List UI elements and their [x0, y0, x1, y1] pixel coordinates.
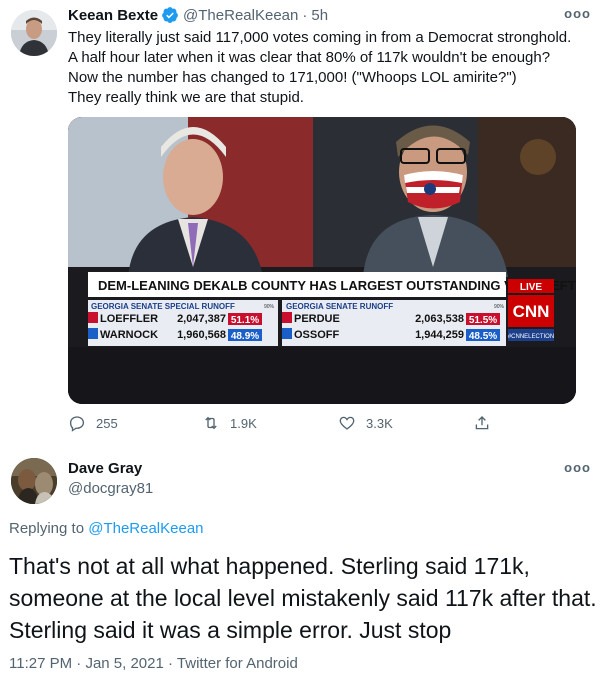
separator-dot: ·: [302, 6, 308, 24]
reply-author-name[interactable]: Dave Gray: [68, 460, 142, 477]
network-logo: CNN: [513, 302, 550, 321]
reply-count: 255: [96, 415, 118, 431]
heart-icon: [339, 416, 355, 430]
tweet-text: They literally just said 117,000 votes c…: [68, 28, 588, 108]
left-race-votes: 1,960,568: [177, 329, 226, 341]
verified-badge-icon: [162, 7, 178, 23]
replying-to-link[interactable]: @TheRealKeean: [88, 520, 203, 537]
left-race-votes: 2,047,387: [177, 313, 226, 325]
replying-to-label: Replying to: [9, 520, 89, 537]
timestamp-date[interactable]: Jan 5, 2021: [85, 655, 163, 672]
reply-text: That's not at all what happened. Sterlin…: [9, 553, 597, 643]
replying-to: Replying to @TheRealKeean: [9, 520, 204, 537]
tweet-actions: 255 1.9K 3.3K: [68, 414, 508, 434]
more-options-icon[interactable]: ooo: [564, 460, 591, 475]
reply-author-handle[interactable]: @docgray81: [68, 480, 153, 497]
tweet-text-line: They literally just said 117,000 votes c…: [68, 29, 572, 46]
share-icon: [475, 416, 489, 430]
reply-author-avatar[interactable]: [11, 458, 57, 504]
right-race-in-label: 90%: [494, 304, 505, 310]
timestamp-time[interactable]: 11:27 PM: [9, 655, 72, 672]
right-race-candidate: OSSOFF: [294, 329, 340, 341]
left-race-in-label: 90%: [264, 304, 275, 310]
reply-button[interactable]: 255: [68, 414, 118, 432]
share-button[interactable]: [473, 414, 501, 432]
right-race-pct: 48.5%: [469, 331, 497, 342]
left-race-pct: 51.1%: [231, 315, 259, 326]
more-options-icon[interactable]: ooo: [564, 6, 591, 21]
right-race-votes: 1,944,259: [415, 329, 464, 341]
tv-screenshot: DEM-LEANING DEKALB COUNTY HAS LARGEST OU…: [68, 117, 576, 404]
timestamp-separator: ·: [72, 655, 86, 672]
tweet-header: Keean Bexte @TheRealKeean · 5h: [68, 6, 328, 24]
tweet-text-line: They really think we are that stupid.: [68, 89, 304, 106]
right-race-votes: 2,063,538: [415, 313, 464, 325]
retweet-count: 1.9K: [230, 415, 257, 431]
reply-icon: [69, 416, 85, 432]
tweet-media-image[interactable]: DEM-LEANING DEKALB COUNTY HAS LARGEST OU…: [68, 117, 576, 404]
original-tweet: Keean Bexte @TheRealKeean · 5h ooo They …: [0, 0, 605, 448]
right-race-pct: 51.5%: [469, 315, 497, 326]
banner-text: DEM-LEANING DEKALB COUNTY HAS LARGEST OU…: [98, 278, 576, 293]
tweet-text-line: A half hour later when it was clear that…: [68, 49, 551, 66]
tweet-time[interactable]: 5h: [311, 7, 328, 24]
left-race-candidate: LOEFFLER: [100, 313, 158, 325]
author-avatar[interactable]: [11, 10, 57, 56]
hashtag-label: #CNNELECTION: [508, 334, 554, 340]
retweet-icon: [205, 416, 217, 430]
reply-tweet: Dave Gray @docgray81 ooo Replying to @Th…: [0, 448, 605, 687]
timestamp-separator: ·: [163, 655, 177, 672]
left-race-title: GEORGIA SENATE SPECIAL RUNOFF: [91, 302, 235, 311]
like-button[interactable]: 3.3K: [338, 414, 393, 432]
retweet-button[interactable]: 1.9K: [202, 414, 257, 432]
left-race-candidate: WARNOCK: [100, 329, 158, 341]
like-count: 3.3K: [366, 415, 393, 431]
live-label: LIVE: [520, 282, 543, 293]
author-name[interactable]: Keean Bexte: [68, 7, 158, 24]
left-race-pct: 48.9%: [231, 331, 259, 342]
right-race-title: GEORGIA SENATE RUNOFF: [286, 302, 393, 311]
right-race-candidate: PERDUE: [294, 313, 340, 325]
tweet-timestamp: 11:27 PM · Jan 5, 2021 · Twitter for And…: [9, 655, 298, 672]
tweet-source[interactable]: Twitter for Android: [177, 655, 298, 672]
tweet-text-line: Now the number has changed to 171,000! (…: [68, 69, 517, 86]
author-handle[interactable]: @TheRealKeean: [183, 7, 298, 24]
